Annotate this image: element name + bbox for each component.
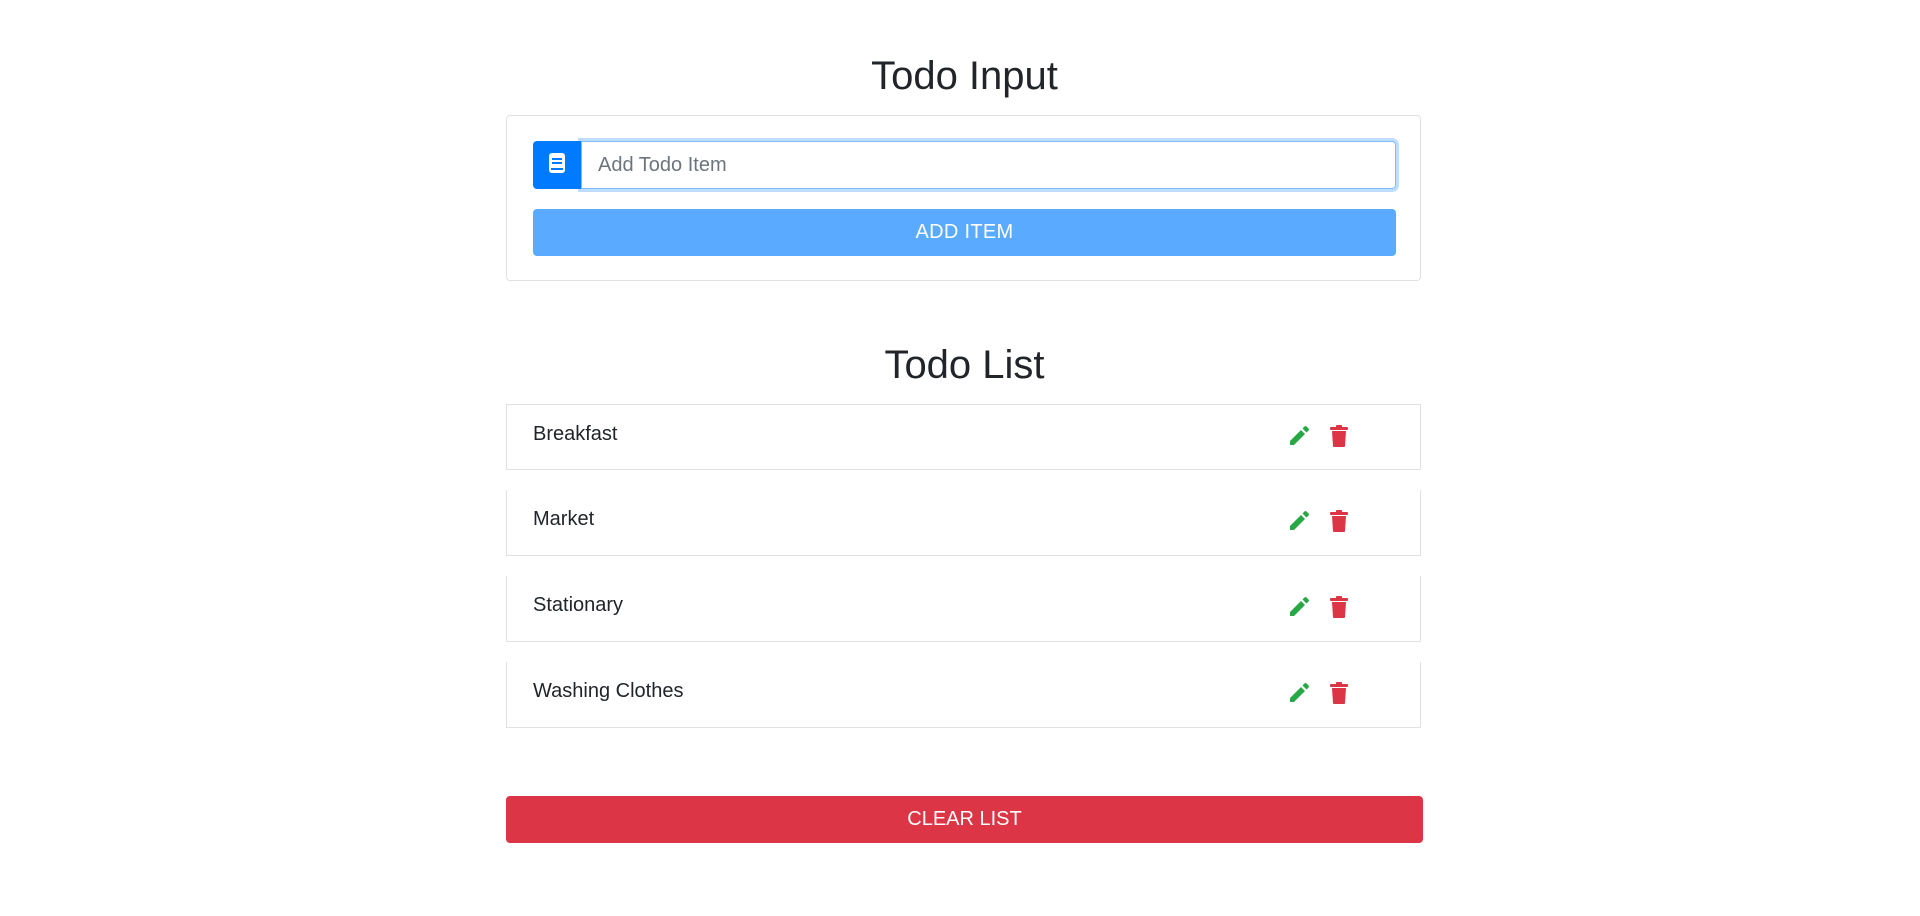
pencil-icon[interactable]	[1288, 424, 1310, 448]
todo-list-title: Todo List	[884, 343, 1045, 387]
book-icon	[549, 152, 565, 178]
todo-list: Breakfast Market Stationary Washing Clot…	[506, 404, 1423, 748]
todo-input-group	[533, 141, 1396, 189]
todo-item-label: Breakfast	[533, 423, 618, 445]
todo-item-label: Market	[533, 508, 595, 530]
trash-icon[interactable]	[1328, 424, 1350, 448]
todo-item-actions	[1288, 595, 1350, 619]
todo-item: Breakfast	[506, 404, 1421, 470]
todo-item-label: Stationary	[533, 594, 624, 616]
todo-item: Washing Clothes	[506, 662, 1421, 728]
todo-input-card: ADD ITEM	[506, 115, 1421, 281]
todo-input-title: Todo Input	[871, 54, 1058, 98]
todo-item-label: Washing Clothes	[533, 680, 684, 702]
todo-item: Stationary	[506, 576, 1421, 642]
trash-icon[interactable]	[1328, 509, 1350, 533]
add-item-button[interactable]: ADD ITEM	[533, 209, 1396, 256]
trash-icon[interactable]	[1328, 595, 1350, 619]
todo-item-actions	[1288, 424, 1350, 448]
input-prepend	[533, 141, 581, 189]
todo-item: Market	[506, 490, 1421, 556]
todo-item-actions	[1288, 509, 1350, 533]
clear-list-button[interactable]: CLEAR LIST	[506, 796, 1423, 843]
pencil-icon[interactable]	[1288, 595, 1310, 619]
todo-input-field[interactable]	[581, 141, 1396, 189]
todo-item-actions	[1288, 681, 1350, 705]
pencil-icon[interactable]	[1288, 681, 1310, 705]
pencil-icon[interactable]	[1288, 509, 1310, 533]
trash-icon[interactable]	[1328, 681, 1350, 705]
